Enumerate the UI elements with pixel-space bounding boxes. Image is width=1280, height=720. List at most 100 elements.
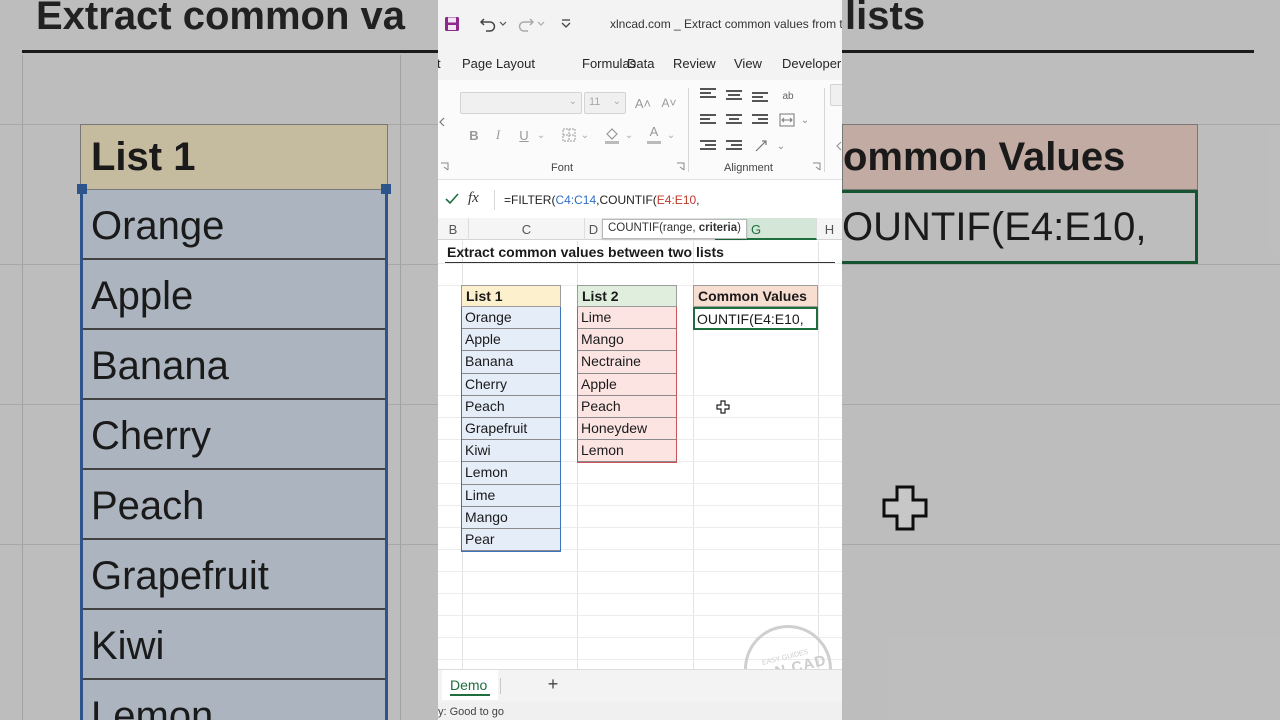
active-tab-underline [450,694,490,696]
gridline [818,241,819,669]
col-header-d[interactable]: D [585,218,603,240]
list1-cell[interactable]: Banana [462,351,560,374]
chevron-down-icon[interactable]: ⌄ [624,126,634,144]
customize-toolbar-icon[interactable] [556,14,576,34]
orientation-icon[interactable]: ab [778,86,798,106]
ribbon-scroll-icon[interactable] [834,136,842,156]
common-values-header[interactable]: Common Values [693,285,818,307]
font-dialog-launcher-icon[interactable] [674,160,686,172]
sheet-tabs-bar: Demo + [438,669,842,702]
align-center-icon[interactable] [726,114,742,126]
tab-partial[interactable]: t [438,56,441,71]
decrease-indent-icon[interactable] [700,140,716,152]
title-underline [445,262,835,263]
list1-cell[interactable]: Kiwi [462,440,560,463]
italic-button[interactable]: I [488,124,508,146]
ribbon: ⌄ 11 ⌄ A˄ A˅ B I U ⌄ ⌄ ⌄ A ⌄ Font ab ⌄ ⌄… [438,80,842,180]
shrink-font-icon[interactable]: A˅ [658,92,680,114]
alignment-group-label: Alignment [724,162,773,174]
enter-check-icon[interactable] [444,191,460,212]
list2-cell[interactable]: Lemon [578,440,676,463]
chevron-down-icon[interactable]: ⌄ [800,112,810,128]
cell-cursor-icon [716,400,730,414]
chevron-down-icon: ⌄ [568,96,577,107]
sheet-tab-demo[interactable]: Demo [442,670,498,700]
list1-cell[interactable]: Pear [462,529,560,552]
list2-cell[interactable]: Apple [578,374,676,396]
alignment-dialog-launcher-icon[interactable] [810,160,822,172]
bold-button[interactable]: B [464,124,484,146]
list1-cell[interactable]: Grapefruit [462,418,560,441]
undo-icon[interactable] [478,14,498,34]
accessibility-status[interactable]: y: Good to go [438,706,504,718]
clipboard-dialog-launcher-icon[interactable] [438,160,450,172]
redo-icon[interactable] [516,14,536,34]
common-values-table: Common Values OUNTIF(E4:E10, [693,285,818,330]
ribbon-tabs: t Page Layout Formulas Data Review View … [438,48,842,80]
chevron-down-icon[interactable]: ⌄ [666,126,676,144]
status-bar: y: Good to go [438,702,842,720]
tab-review[interactable]: Review [673,56,716,71]
col-header-b[interactable]: B [438,218,469,240]
text-direction-icon[interactable] [752,136,772,156]
window-title: xlncad.com _ Extract common values from … [610,17,842,31]
chevron-down-icon[interactable]: ⌄ [536,126,546,144]
tab-data[interactable]: Data [627,56,654,71]
watermark-logo: EASY GUIDES XL N CAD EASY GUIDES [734,615,842,669]
save-icon[interactable] [442,14,462,34]
font-size-dropdown[interactable]: 11 ⌄ [584,92,626,114]
align-bottom-icon[interactable] [752,92,768,104]
borders-icon[interactable] [560,126,578,144]
list1-cell[interactable]: Cherry [462,374,560,396]
grow-font-icon[interactable]: A˄ [632,92,654,114]
col-header-h[interactable]: H [817,218,842,240]
align-middle-icon[interactable] [726,90,742,102]
insert-function-icon[interactable]: fx [468,190,479,207]
worksheet[interactable]: Extract common values between two lists … [438,241,842,669]
font-name-dropdown[interactable]: ⌄ [460,92,582,114]
list2-cell[interactable]: Honeydew [578,418,676,441]
list2-cell[interactable]: Lime [578,307,676,330]
list1-header[interactable]: List 1 [461,285,561,307]
list1-cell[interactable]: Orange [462,307,560,330]
chevron-down-icon[interactable]: ⌄ [580,126,590,144]
list2-header[interactable]: List 2 [577,285,677,307]
excel-window: xlncad.com _ Extract common values from … [438,0,842,720]
add-sheet-button[interactable]: + [542,674,564,696]
list1-cell[interactable]: Mango [462,507,560,529]
title-bar: xlncad.com _ Extract common values from … [438,0,842,48]
align-left-icon[interactable] [700,114,716,126]
left-scroll-icon[interactable] [438,116,446,128]
align-top-icon[interactable] [700,88,716,100]
number-format-dropdown[interactable] [830,84,842,106]
merge-center-icon[interactable] [776,110,798,130]
list2-cell[interactable]: Nectraine [578,351,676,374]
formula-input[interactable]: =FILTER(C4:C14,COUNTIF(E4:E10, [504,193,700,207]
formula-bar: fx =FILTER(C4:C14,COUNTIF(E4:E10, [438,187,842,213]
redo-dropdown-icon[interactable] [536,14,546,34]
gridline [438,593,842,594]
list1-cell[interactable]: Lime [462,485,560,507]
chevron-down-icon: ⌄ [612,96,621,107]
increase-indent-icon[interactable] [726,140,742,152]
align-right-icon[interactable] [752,114,768,126]
fill-color-icon[interactable] [602,124,622,146]
list2-body: Lime Mango Nectraine Apple Peach Honeydew Lemo… [577,307,677,464]
font-color-icon[interactable]: A [644,122,664,146]
list1-cell[interactable]: Peach [462,396,560,418]
gridline [438,615,842,616]
gridline [438,571,842,572]
list2-cell[interactable]: Mango [578,329,676,352]
underline-button[interactable]: U [514,124,534,146]
tab-view[interactable]: View [734,56,762,71]
list2-cell[interactable]: Peach [578,396,676,418]
list1-cell[interactable]: Lemon [462,462,560,485]
list1-cell[interactable]: Apple [462,329,560,352]
group-separator [824,88,825,172]
undo-dropdown-icon[interactable] [498,14,508,34]
chevron-down-icon[interactable]: ⌄ [776,138,786,154]
tab-developer[interactable]: Developer [782,56,841,71]
tab-page-layout[interactable]: Page Layout [462,56,535,71]
col-header-c[interactable]: C [469,218,585,240]
common-values-active-cell[interactable]: OUNTIF(E4:E10, [693,307,818,330]
